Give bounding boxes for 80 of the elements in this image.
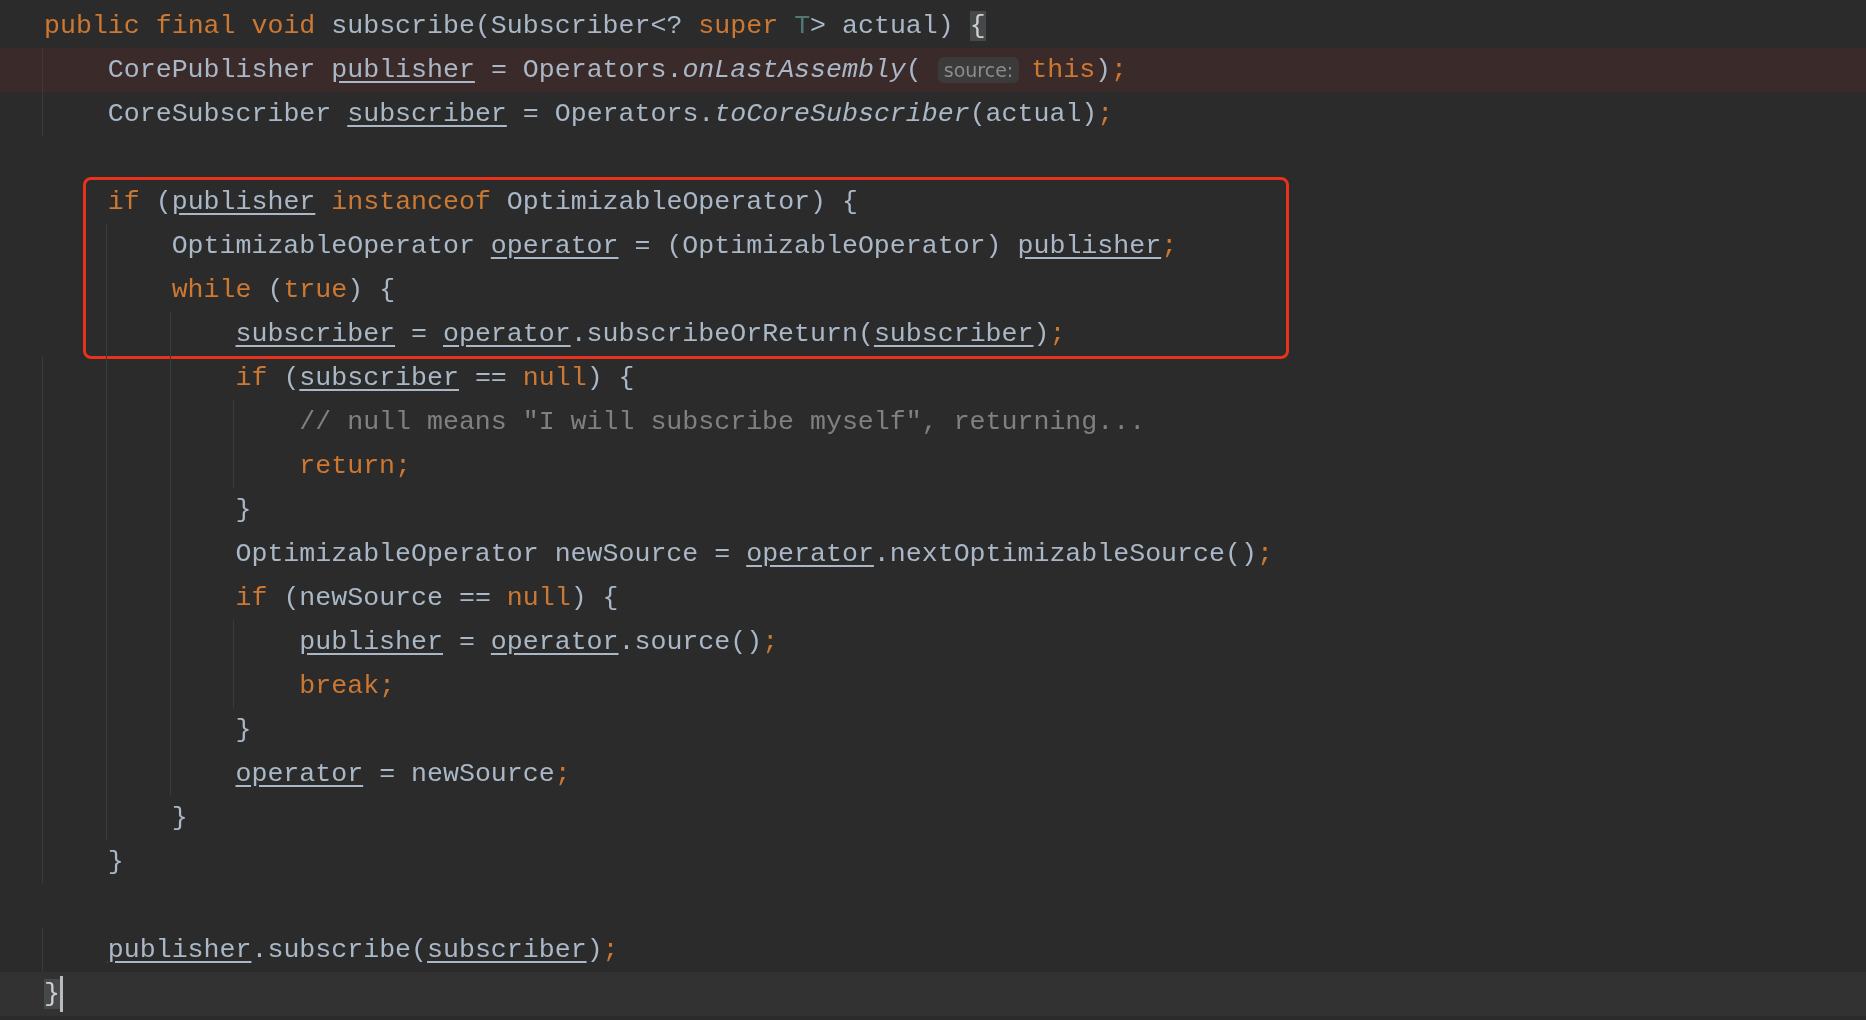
variable-name: subscriber (427, 935, 587, 965)
code-keyword: this (1031, 55, 1096, 85)
text-cursor (59, 975, 63, 1012)
code-text: (actual) (969, 99, 1098, 129)
semicolon: ; (1097, 99, 1114, 129)
code-text: subscribe(Subscriber<? (331, 11, 683, 41)
variable-name: publisher (171, 187, 316, 217)
method-name: toCoreSubscriber (714, 99, 970, 129)
variable-name: operator (235, 759, 364, 789)
code-keyword: if (235, 363, 268, 393)
code-keyword: public final void (44, 11, 316, 41)
variable-name: operator (490, 231, 619, 261)
matched-brace: } (44, 979, 60, 1009)
code-keyword: null (506, 583, 571, 613)
code-text: = (458, 627, 475, 657)
variable-name: subscriber (873, 319, 1034, 349)
code-text: } (235, 715, 252, 745)
code-keyword: if (107, 187, 140, 217)
code-text: = newSource (379, 759, 555, 789)
code-keyword: break (299, 671, 380, 701)
code-text: = Operators. (522, 99, 715, 129)
semicolon: ; (762, 627, 779, 657)
code-text: OptimizableOperator) { (506, 187, 858, 217)
code-text: ) (1033, 319, 1050, 349)
variable-name: subscriber (299, 363, 459, 393)
code-text: ( (155, 187, 172, 217)
variable-name: operator (443, 319, 571, 349)
code-text: (newSource == (283, 583, 491, 613)
code-text: ) (1095, 55, 1112, 85)
code-text: CoreSubscriber (107, 99, 332, 129)
code-text: = Operators. (490, 55, 683, 85)
variable-name: publisher (1017, 231, 1162, 261)
code-text: .subscribeOrReturn( (570, 319, 874, 349)
code-text: } (235, 495, 252, 525)
code-text: ( (905, 55, 922, 85)
code-keyword: return (299, 451, 396, 481)
semicolon: ; (1049, 319, 1066, 349)
code-text: .source() (618, 627, 763, 657)
semicolon: ; (554, 759, 571, 789)
variable-name: operator (746, 539, 874, 569)
code-text: > actual) (810, 11, 954, 41)
variable-name: subscriber (347, 99, 507, 129)
type-parameter: T (794, 11, 811, 41)
code-keyword: true (283, 275, 348, 305)
code-comment: // null means "I will subscribe myself", returning... (299, 407, 1146, 437)
code-text: = (411, 319, 427, 349)
code-keyword: if (235, 583, 268, 613)
code-keyword: super (698, 11, 779, 41)
code-text: ) (586, 935, 603, 965)
code-text: OptimizableOperator (171, 231, 475, 261)
code-text: = (OptimizableOperator) (634, 231, 1002, 261)
variable-name: publisher (331, 55, 475, 85)
code-text: OptimizableOperator newSource = (235, 539, 731, 569)
code-text: ) { (570, 583, 619, 613)
code-keyword: instanceof (331, 187, 491, 217)
code-text: CorePublisher (107, 55, 316, 85)
code-text: } (107, 847, 124, 877)
code-text: ) { (586, 363, 635, 393)
code-text: .nextOptimizableSource() (873, 539, 1257, 569)
variable-name: publisher (299, 627, 443, 657)
method-name: onLastAssembly (682, 55, 906, 85)
code-text: } (171, 803, 188, 833)
semicolon: ; (1161, 231, 1178, 261)
matched-brace: { (969, 11, 986, 41)
code-keyword: while (171, 275, 252, 305)
code-keyword: null (522, 363, 587, 393)
code-text: ) { (347, 275, 396, 305)
semicolon: ; (379, 671, 396, 701)
semicolon: ; (1111, 55, 1128, 85)
variable-name: publisher (107, 935, 252, 965)
semicolon: ; (395, 451, 412, 481)
variable-name: operator (490, 627, 619, 657)
parameter-hint: source: (937, 57, 1020, 83)
semicolon: ; (602, 935, 619, 965)
code-text: .subscribe( (251, 935, 428, 965)
code-text: ( (283, 363, 300, 393)
code-text: ( (267, 275, 284, 305)
semicolon: ; (1256, 539, 1273, 569)
code-text: == (474, 363, 507, 393)
variable-name: subscriber (235, 319, 396, 349)
